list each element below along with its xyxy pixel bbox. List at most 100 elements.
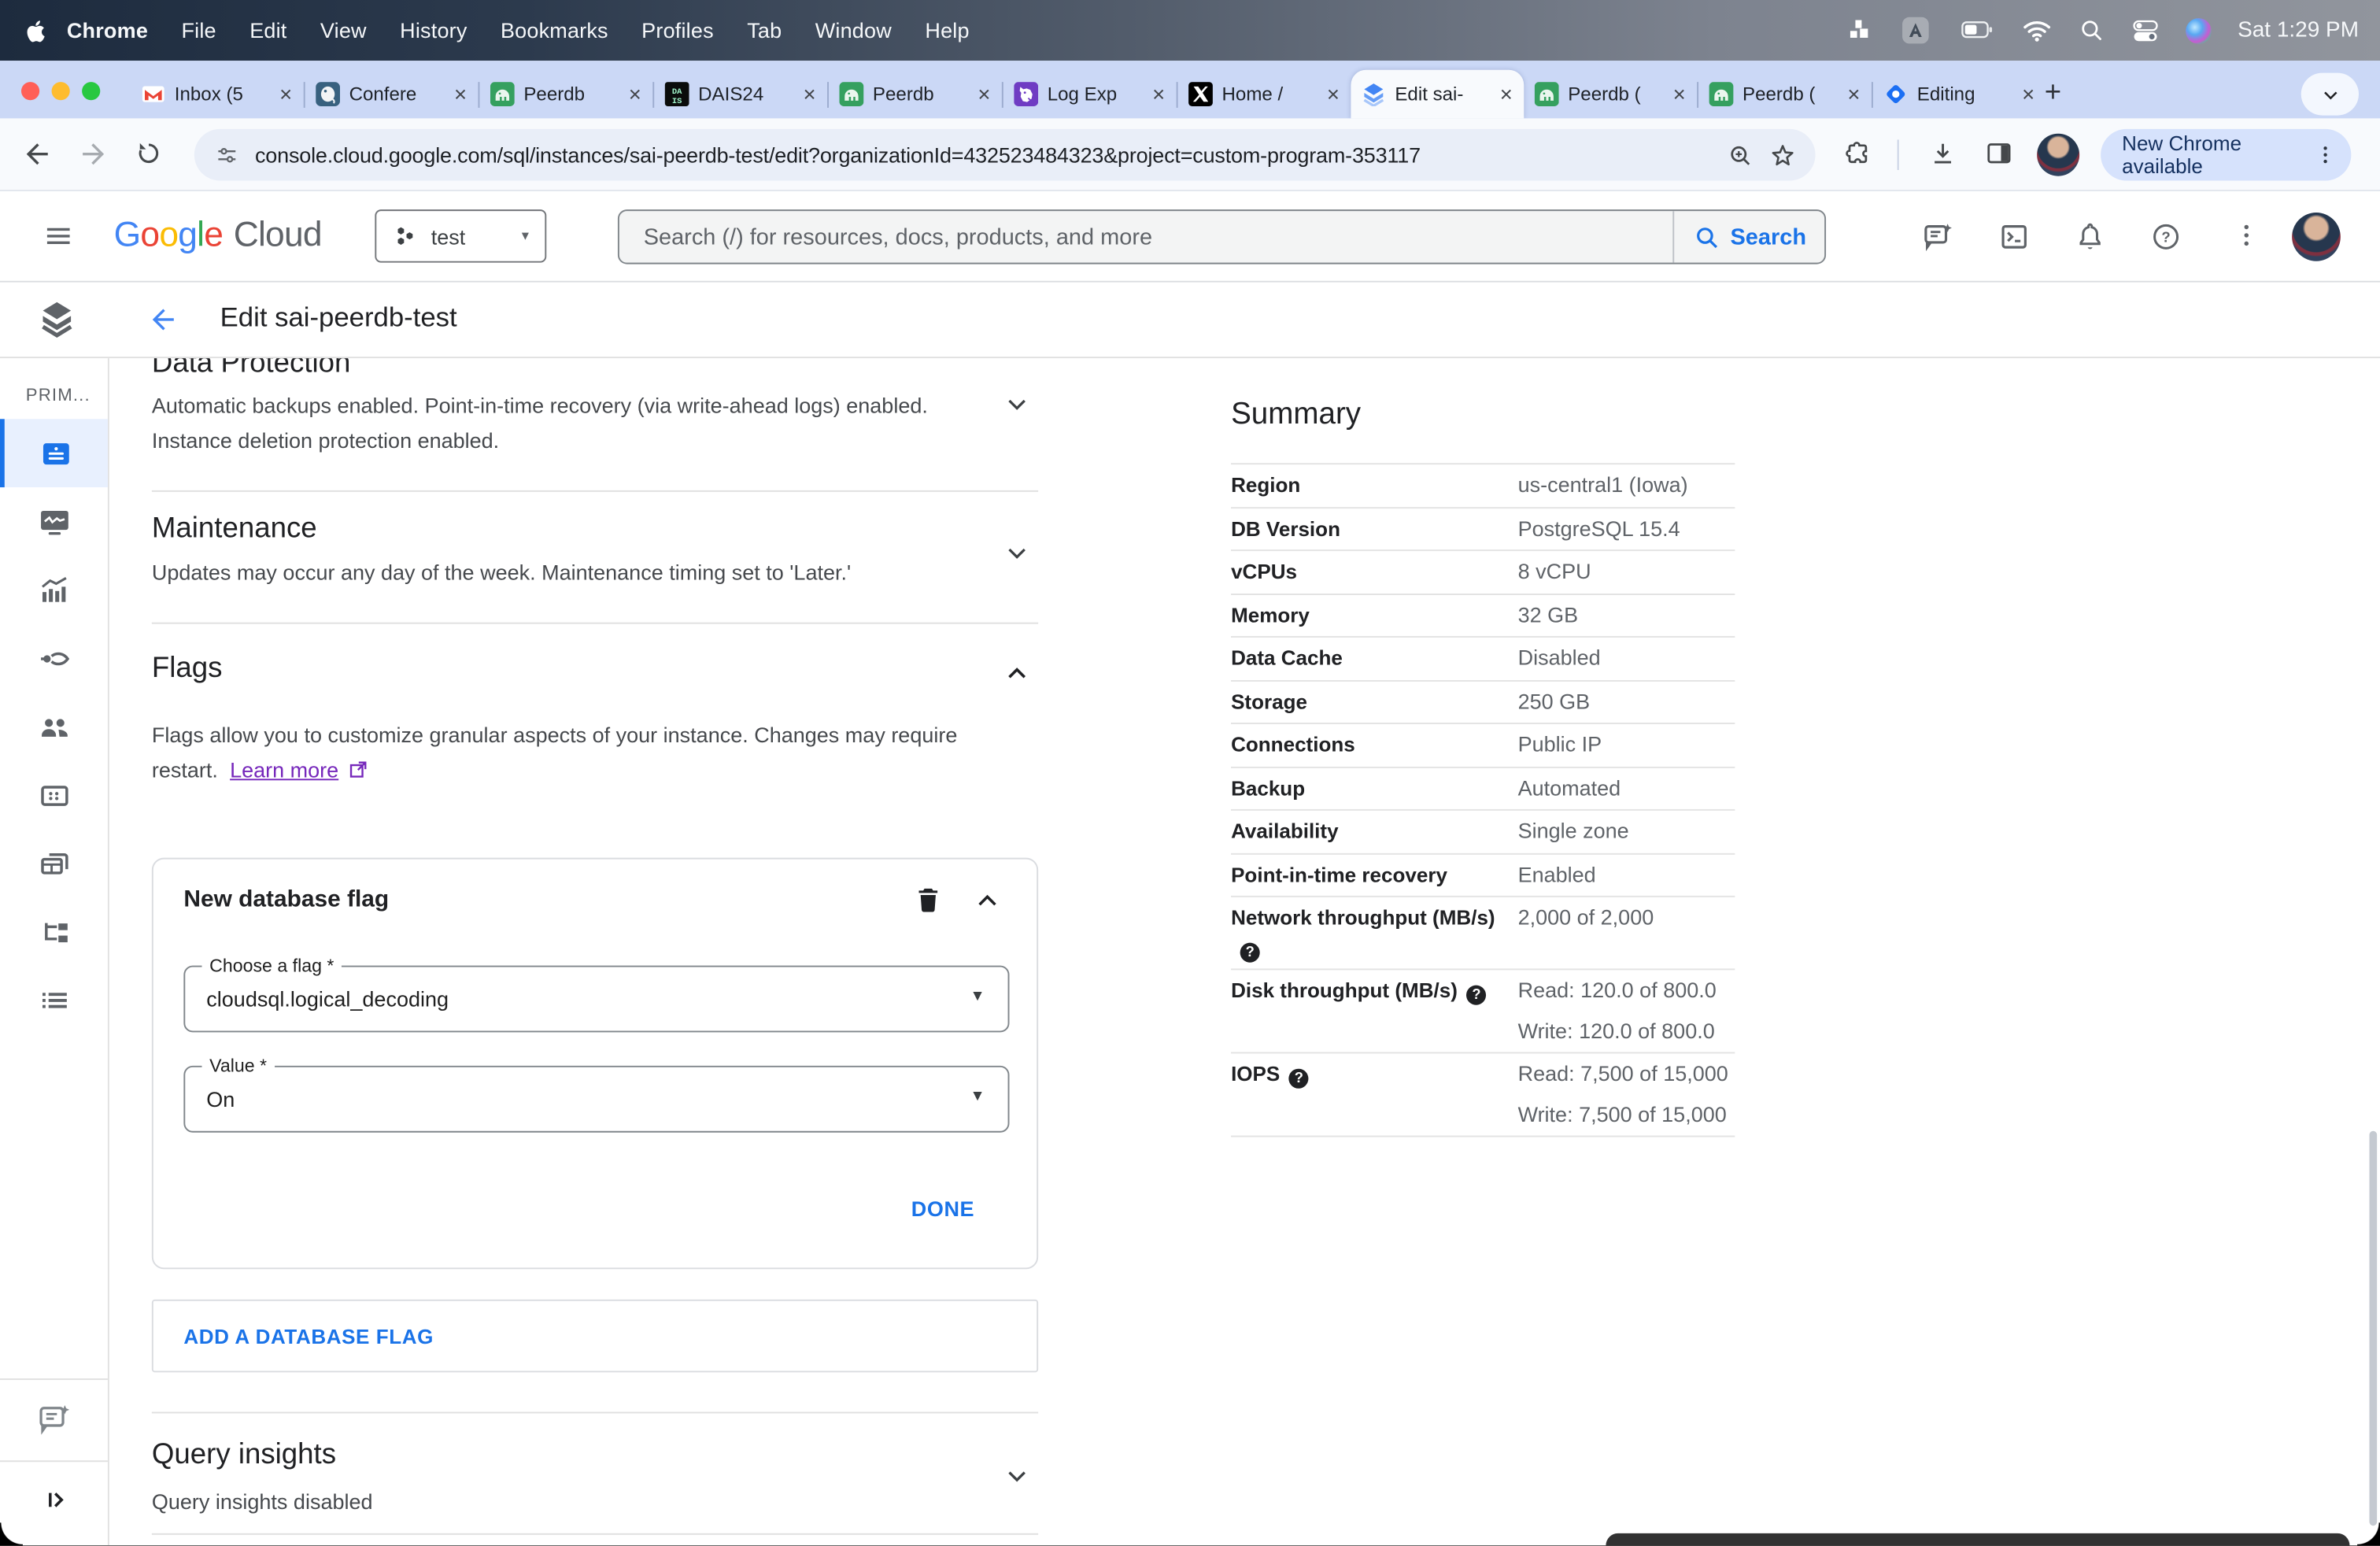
cloud-search-bar[interactable]: Search <box>617 209 1827 264</box>
tab-home[interactable]: Home / ✕ <box>1178 70 1351 119</box>
tab-peerdb[interactable]: Peerdb ✕ <box>479 70 652 119</box>
close-icon[interactable]: ✕ <box>453 84 468 104</box>
tab-peerdb[interactable]: Peerdb (✕ <box>1524 70 1697 119</box>
stage-manager-icon[interactable] <box>1846 17 1874 44</box>
menu-history[interactable]: History <box>383 18 484 43</box>
sidebar-item-connections[interactable] <box>0 624 108 693</box>
tab-inbox-5[interactable]: Inbox (5 ✕ <box>131 70 304 119</box>
tab-peerdb[interactable]: Peerdb (✕ <box>1698 70 1872 119</box>
browser-profile-avatar[interactable] <box>2037 133 2080 176</box>
menu-window[interactable]: Window <box>799 18 909 43</box>
battery-icon[interactable] <box>1958 13 1996 46</box>
add-database-flag-button[interactable]: ADD A DATABASE FLAG <box>151 1299 1039 1373</box>
expand-query-insights-icon[interactable] <box>1002 1460 1033 1491</box>
close-icon[interactable]: ✕ <box>978 84 992 104</box>
apple-icon[interactable] <box>24 16 50 45</box>
tab-edit-sai[interactable]: Edit sai- ✕ <box>1351 69 1524 119</box>
tab-dais24[interactable]: DA IS DAIS24 ✕ <box>654 70 827 119</box>
cloud-search-input[interactable] <box>619 224 1673 250</box>
sidebar-item-databases[interactable] <box>0 760 108 829</box>
tab-log-exp[interactable]: Log Exp ✕ <box>1003 70 1177 119</box>
flag-value-select[interactable]: Value * On ▼ <box>183 1055 1010 1133</box>
reload-button[interactable] <box>134 138 164 168</box>
delete-flag-icon[interactable] <box>912 883 944 915</box>
choose-flag-select[interactable]: Choose a flag * cloudsql.logical_decodin… <box>183 955 1010 1033</box>
tab-editing[interactable]: Editing ✕ <box>1873 70 2046 119</box>
address-bar[interactable]: console.cloud.google.com/sql/instances/s… <box>194 128 1816 181</box>
close-icon[interactable]: ✕ <box>1326 84 1340 104</box>
scrollbar-thumb[interactable] <box>2369 1130 2378 1526</box>
sidebar-item-query-insights[interactable] <box>0 556 108 624</box>
browser-menu-icon[interactable] <box>2313 142 2338 167</box>
search-button[interactable]: Search <box>1672 211 1824 263</box>
wifi-icon[interactable] <box>2022 15 2053 46</box>
bookmark-star-icon[interactable] <box>1768 140 1798 169</box>
close-icon[interactable]: ✕ <box>2021 84 2035 104</box>
menu-profiles[interactable]: Profiles <box>625 18 730 43</box>
expand-data-protection-icon[interactable] <box>1002 389 1033 420</box>
siri-icon[interactable] <box>2186 17 2212 43</box>
project-selector[interactable]: test ▼ <box>375 209 547 263</box>
site-settings-icon[interactable] <box>214 142 240 168</box>
help-icon[interactable]: ? <box>2149 220 2182 253</box>
menu-help[interactable]: Help <box>908 18 986 43</box>
update-chrome-button[interactable]: New Chrome available <box>2101 128 2352 181</box>
menu-edit[interactable]: Edit <box>233 18 304 43</box>
minimize-window-button[interactable] <box>51 82 70 101</box>
navigation-menu-icon[interactable] <box>42 220 74 252</box>
sidebar-release-notes-icon[interactable] <box>36 1401 72 1437</box>
tab-confere[interactable]: Confere ✕ <box>305 70 479 119</box>
close-icon[interactable]: ✕ <box>803 84 817 104</box>
sidebar-item-users[interactable] <box>0 692 108 760</box>
close-icon[interactable]: ✕ <box>1847 84 1861 104</box>
close-icon[interactable]: ✕ <box>1672 84 1687 104</box>
side-panel-icon[interactable] <box>1984 138 2015 168</box>
app-icon[interactable] <box>1899 13 1932 46</box>
tab-peerdb[interactable]: Peerdb ✕ <box>829 70 1002 119</box>
close-icon[interactable]: ✕ <box>279 84 293 104</box>
collapse-panel-icon[interactable] <box>39 1485 70 1515</box>
account-avatar[interactable] <box>2292 212 2341 261</box>
back-button[interactable] <box>21 138 53 169</box>
back-arrow-button[interactable] <box>147 304 179 335</box>
sidebar-item-overview[interactable] <box>0 419 108 488</box>
close-window-button[interactable] <box>20 82 40 101</box>
menu-view[interactable]: View <box>304 18 383 43</box>
close-icon[interactable]: ✕ <box>1499 84 1513 104</box>
forward-button[interactable] <box>77 138 109 169</box>
more-options-icon[interactable] <box>2231 220 2262 251</box>
help-icon[interactable]: ? <box>1240 941 1260 962</box>
tab-search-button[interactable] <box>2301 72 2359 116</box>
url-text[interactable]: console.cloud.google.com/sql/instances/s… <box>255 142 1712 167</box>
learn-more-link[interactable]: Learn more <box>230 756 338 781</box>
expand-maintenance-icon[interactable] <box>1002 538 1033 568</box>
sidebar-item-operations[interactable] <box>0 966 108 1034</box>
sidebar-item-replicas[interactable] <box>0 897 108 966</box>
cloud-shell-icon[interactable] <box>1998 220 2031 253</box>
help-icon[interactable]: ? <box>1288 1068 1309 1089</box>
google-cloud-logo[interactable]: Go o g l e Cloud <box>114 214 323 255</box>
help-icon[interactable]: ? <box>1466 985 1487 1005</box>
download-icon[interactable] <box>1927 138 1958 168</box>
sidebar-item-backups[interactable] <box>0 829 108 897</box>
extensions-icon[interactable] <box>1842 138 1873 168</box>
new-tab-button[interactable]: + <box>2045 74 2061 113</box>
release-notes-icon[interactable] <box>1922 220 1955 253</box>
close-icon[interactable]: ✕ <box>628 84 642 104</box>
menu-bookmarks[interactable]: Bookmarks <box>484 18 625 43</box>
zoom-window-button[interactable] <box>82 82 101 101</box>
close-icon[interactable]: ✕ <box>1151 84 1166 104</box>
sidebar-item-system-insights[interactable] <box>0 487 108 556</box>
collapse-flag-card-icon[interactable] <box>973 886 1002 915</box>
menubar-clock[interactable]: Sat 1:29 PM <box>2238 18 2359 43</box>
external-link-icon[interactable] <box>348 758 369 779</box>
control-center-icon[interactable] <box>2131 16 2160 45</box>
menu-chrome[interactable]: Chrome <box>50 18 165 43</box>
spotlight-search-icon[interactable] <box>2079 17 2106 44</box>
collapse-flags-icon[interactable] <box>1002 659 1033 690</box>
zoom-icon[interactable] <box>1726 140 1755 169</box>
menu-file[interactable]: File <box>164 18 233 43</box>
notifications-bell-icon[interactable] <box>2073 220 2106 253</box>
menu-tab[interactable]: Tab <box>730 18 799 43</box>
done-button[interactable]: DONE <box>911 1196 974 1221</box>
